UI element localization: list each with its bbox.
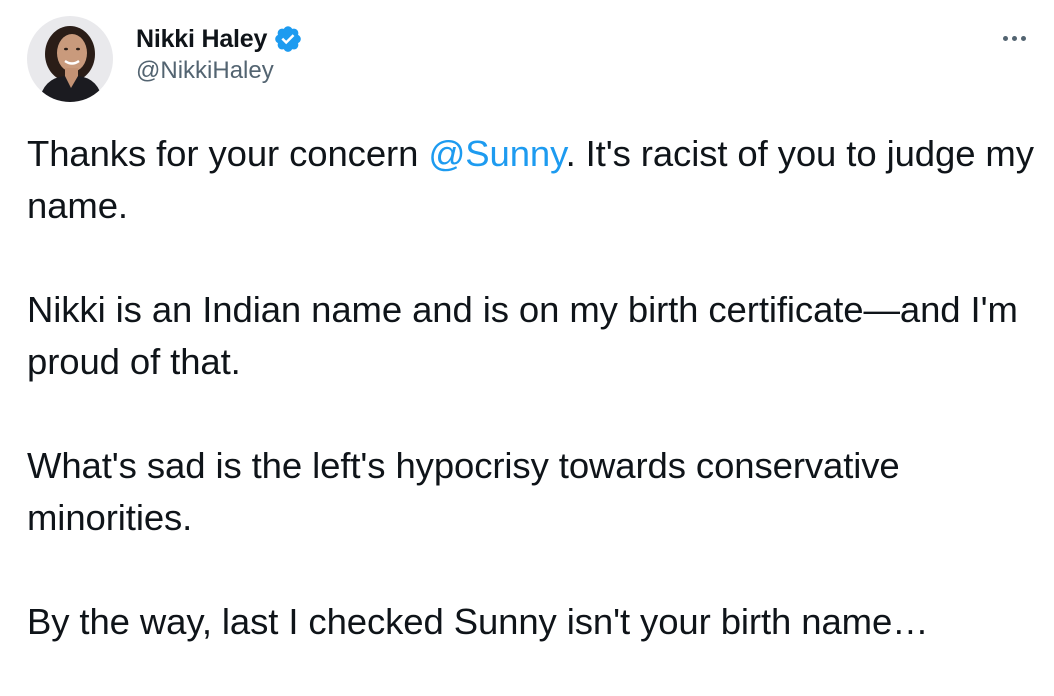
tweet-paragraph-4: By the way, last I checked Sunny isn't y…	[27, 601, 929, 642]
more-dot	[1011, 35, 1017, 41]
more-dot	[1020, 35, 1026, 41]
avatar[interactable]	[27, 16, 113, 102]
tweet-paragraph-2: Nikki is an Indian name and is on my bir…	[27, 289, 1018, 382]
tweet-paragraph-1: Thanks for your concern @Sunny. It's rac…	[27, 128, 1042, 232]
tweet-text: Thanks for your concern @Sunny. It's rac…	[27, 128, 1042, 648]
handle[interactable]: @NikkiHaley	[136, 57, 303, 85]
mention-link[interactable]: @Sunny	[428, 133, 565, 174]
verified-badge-icon	[273, 24, 303, 54]
more-options-button[interactable]	[996, 24, 1032, 52]
more-horizontal-icon	[1002, 35, 1008, 41]
display-name[interactable]: Nikki Haley	[136, 25, 267, 54]
tweet-paragraph-3: What's sad is the left's hypocrisy towar…	[27, 445, 900, 538]
text-segment: Thanks for your concern	[27, 133, 429, 174]
avatar-image	[27, 16, 113, 102]
tweet-card: Nikki Haley @NikkiHaley Thanks for your …	[0, 0, 1054, 696]
author-info: Nikki Haley @NikkiHaley	[136, 22, 303, 85]
display-name-row: Nikki Haley	[136, 22, 303, 56]
